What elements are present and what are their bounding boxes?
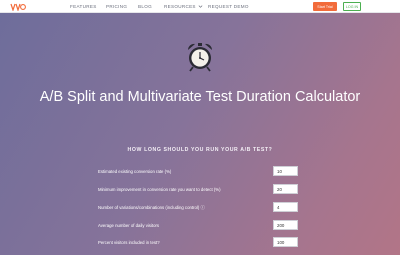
variations-input[interactable]: 4 <box>273 202 298 212</box>
alarm-clock-icon <box>187 43 213 72</box>
page-subtitle: HOW LONG SHOULD YOU RUN YOUR A/B TEST? <box>127 147 273 153</box>
form-row-percent-visitors: Percent visitors included in test? 100 <box>98 237 298 248</box>
nav-link-resources[interactable]: RESOURCES <box>164 4 203 9</box>
nav-link-features[interactable]: FEATURES <box>70 4 97 9</box>
min-improvement-input[interactable]: 20 <box>273 184 298 194</box>
nav-link-pricing[interactable]: PRICING <box>106 4 127 9</box>
form-row-daily-visitors: Average number of daily visitors 200 <box>98 220 298 231</box>
nav-link-blog[interactable]: BLOG <box>138 4 152 9</box>
form-row-conversion-rate: Estimated existing conversion rate (%) 1… <box>98 166 298 177</box>
nav-link-resources-label: RESOURCES <box>164 4 196 9</box>
field-label: Average number of daily visitors <box>98 223 160 228</box>
start-trial-button[interactable]: Start Trial <box>313 2 337 11</box>
field-label: Minimum improvement in conversion rate y… <box>98 187 221 192</box>
vwo-logo[interactable] <box>10 3 26 11</box>
top-navbar: FEATURES PRICING BLOG RESOURCES REQUEST … <box>0 0 400 13</box>
conversion-rate-input[interactable]: 10 <box>273 166 298 176</box>
field-label: Percent visitors included in test? <box>98 240 160 245</box>
login-button[interactable]: LOG IN <box>343 2 361 11</box>
field-label: Number of variations/combinations (inclu… <box>98 205 205 210</box>
page-title: A/B Split and Multivariate Test Duration… <box>39 89 361 105</box>
daily-visitors-input[interactable]: 200 <box>273 220 298 230</box>
field-label: Estimated existing conversion rate (%) <box>98 169 172 174</box>
form-row-variations: Number of variations/combinations (inclu… <box>98 202 298 213</box>
form-row-min-improvement: Minimum improvement in conversion rate y… <box>98 184 298 195</box>
chevron-down-icon <box>198 5 203 8</box>
percent-visitors-input[interactable]: 100 <box>273 237 298 247</box>
nav-link-request-demo[interactable]: REQUEST DEMO <box>208 4 249 9</box>
